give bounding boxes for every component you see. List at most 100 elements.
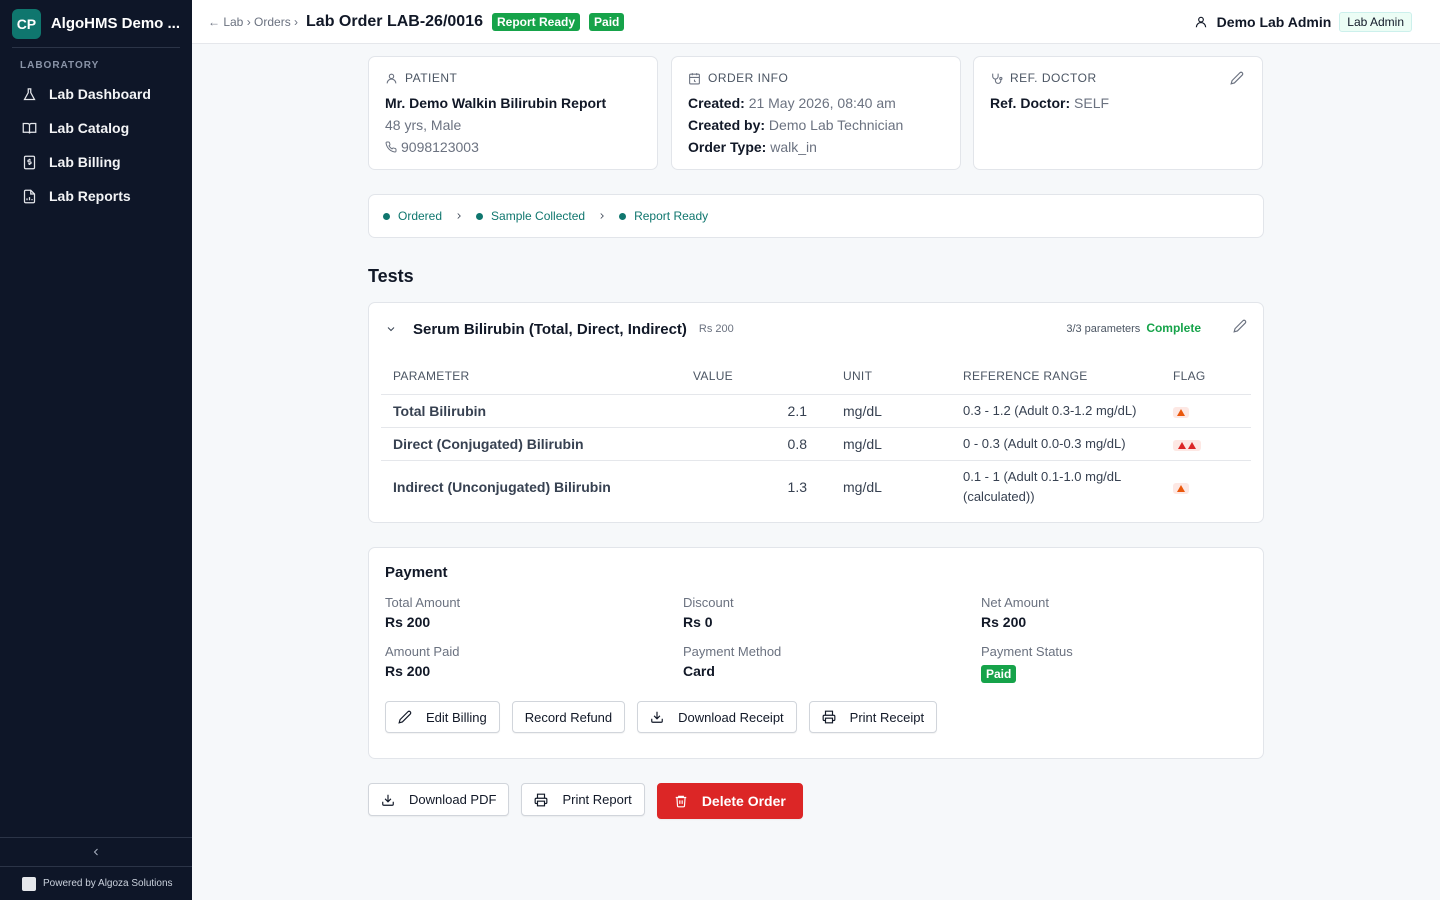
phone-icon	[385, 141, 397, 153]
payment-badge: Paid	[589, 12, 625, 31]
parameter-range: 0.3 - 1.2 (Adult 0.3-1.2 mg/dL)	[951, 394, 1161, 428]
parameter-name: Total Bilirubin	[381, 394, 681, 428]
sidebar: CP AlgoHMS Demo ... LABORATORY Lab Dashb…	[0, 0, 192, 900]
print-report-button[interactable]: Print Report	[521, 783, 645, 816]
discount: Discount Rs 0	[683, 595, 981, 630]
download-receipt-button[interactable]: Download Receipt	[637, 701, 797, 733]
main-content: PATIENT Mr. Demo Walkin Bilirubin Report…	[192, 44, 1440, 900]
payment-card: Payment Total Amount Rs 200 Discount Rs 0 …	[368, 547, 1264, 759]
parameter-range: 0.1 - 1 (Adult 0.1-1.0 mg/dL (calculated…	[963, 469, 1121, 505]
patient-name: Mr. Demo Walkin Bilirubin Report	[385, 95, 607, 111]
ref-doctor-heading: REF. DOCTOR	[990, 71, 1246, 85]
tests-section-title: Tests	[368, 266, 414, 286]
parameter-name: Indirect (Unconjugated) Bilirubin	[393, 479, 611, 496]
net-amount: Net Amount Rs 200	[981, 595, 1249, 630]
parameter-flag	[1161, 394, 1251, 428]
order-created-value: 21 May 2026, 08:40 am	[748, 95, 896, 111]
discount-label: Discount	[683, 595, 734, 610]
payment-actions: Edit Billing Record Refund Download Rece…	[385, 701, 1247, 733]
net-amount-value: Rs 200	[981, 614, 1027, 630]
edit-billing-button[interactable]: Edit Billing	[385, 701, 500, 733]
step-dot	[619, 212, 627, 220]
total-amount-label: Total Amount	[385, 595, 461, 610]
order-progress-steps: Ordered Sample Collected Report Ready	[368, 194, 1264, 238]
powered-by: Powered by Algoza Solutions	[0, 866, 192, 900]
user-icon	[386, 73, 397, 83]
breadcrumb[interactable]: ← Lab › Orders ›	[208, 15, 298, 29]
discount-value: Rs 0	[683, 614, 713, 630]
chevron-down-icon[interactable]	[385, 323, 397, 335]
flask-icon	[23, 87, 36, 100]
download-icon	[651, 711, 663, 723]
step-label: Sample Collected	[491, 209, 586, 223]
patient-phone: 9098123003	[385, 139, 641, 155]
sidebar-item-lab-reports[interactable]: Lab Reports	[0, 179, 192, 213]
order-created-by-value: Demo Lab Technician	[768, 117, 904, 133]
button-label: Download Receipt	[678, 709, 784, 725]
test-header[interactable]: Serum Bilirubin (Total, Direct, Indirect…	[385, 319, 1247, 339]
download-icon	[382, 794, 394, 806]
parameter-flag	[1161, 427, 1251, 461]
sidebar-item-lab-catalog[interactable]: Lab Catalog	[0, 111, 192, 145]
chevron-left-icon	[93, 848, 98, 856]
order-type-value: walk_in	[770, 139, 817, 155]
amount-paid-label: Amount Paid	[385, 644, 460, 659]
trash-icon	[675, 795, 687, 808]
chevron-right-icon	[457, 213, 461, 219]
column-header: UNIT	[831, 358, 951, 395]
delete-order-button[interactable]: Delete Order	[656, 783, 803, 819]
sidebar-item-lab-dashboard[interactable]: Lab Dashboard	[0, 77, 192, 111]
page-title: Lab Order LAB-26/0016	[306, 12, 483, 30]
parameter-flag	[1161, 460, 1251, 514]
button-label: Edit Billing	[426, 709, 487, 725]
order-info-card: ORDER INFO Created: 21 May 2026, 08:40 a…	[671, 56, 961, 170]
step-sample-collected: Sample Collected	[476, 209, 585, 223]
book-icon	[22, 122, 37, 134]
order-info-heading: ORDER INFO	[688, 71, 944, 85]
print-receipt-button[interactable]: Print Receipt	[808, 701, 938, 733]
column-header: FLAG	[1161, 358, 1251, 395]
user-menu[interactable]: Demo Lab Admin Lab Admin	[1194, 0, 1412, 44]
net-amount-label: Net Amount	[981, 595, 1049, 610]
parameter-value: 2.1	[681, 394, 831, 428]
order-created-by: Created by: Demo Lab Technician	[688, 117, 944, 133]
order-created: Created: 21 May 2026, 08:40 am	[688, 95, 944, 111]
step-report-ready: Report Ready	[619, 209, 708, 223]
step-dot	[383, 212, 390, 220]
button-label: Print Report	[562, 792, 632, 807]
table-row: Direct (Conjugated) Bilirubin 0.8 mg/dL …	[381, 427, 1251, 461]
step-label: Report Ready	[634, 209, 709, 223]
ref-doctor-label: Ref. Doctor:	[990, 95, 1071, 111]
calendar-icon	[689, 72, 700, 84]
patient-heading-text: PATIENT	[405, 71, 458, 85]
powered-by-text: Powered by Algoza Solutions	[43, 878, 173, 889]
test-status: Complete	[1146, 321, 1201, 335]
payment-details: Total Amount Rs 200 Discount Rs 0 Net Amou…	[385, 595, 1247, 683]
order-actions: Download PDF Print Report Delete Order	[368, 783, 815, 819]
brand[interactable]: CP AlgoHMS Demo ...	[12, 0, 180, 48]
flag-critical-high-icon	[1173, 439, 1201, 451]
parameter-name: Direct (Conjugated) Bilirubin	[381, 427, 681, 461]
parameter-value: 0.8	[681, 427, 831, 461]
pencil-icon[interactable]	[1230, 71, 1244, 85]
topbar: ← Lab › Orders › Lab Order LAB-26/0016 R…	[192, 0, 1440, 44]
sidebar-item-lab-billing[interactable]: Lab Billing	[0, 145, 192, 179]
step-ordered: Ordered	[383, 209, 442, 223]
printer-icon	[822, 710, 836, 724]
patient-phone-text: 9098123003	[401, 139, 479, 155]
column-header: REFERENCE RANGE	[951, 358, 1161, 395]
flag-high-icon	[1173, 406, 1189, 418]
ref-doctor-value: SELF	[1074, 95, 1110, 111]
parameter-unit: mg/dL	[831, 427, 951, 461]
sidebar-collapse-button[interactable]	[0, 837, 192, 866]
pencil-icon[interactable]	[1233, 319, 1247, 333]
step-label: Ordered	[398, 209, 443, 223]
column-header: PARAMETER	[381, 358, 681, 395]
payment-method: Payment Method Card	[683, 644, 981, 683]
record-refund-button[interactable]: Record Refund	[511, 701, 626, 733]
payment-title: Payment	[385, 564, 448, 581]
download-pdf-button[interactable]: Download PDF	[368, 783, 510, 816]
status-badge: Report Ready	[491, 12, 581, 31]
button-label: Download PDF	[409, 792, 497, 807]
table-row: Indirect (Unconjugated) Bilirubin 1.3 mg…	[381, 460, 1251, 514]
